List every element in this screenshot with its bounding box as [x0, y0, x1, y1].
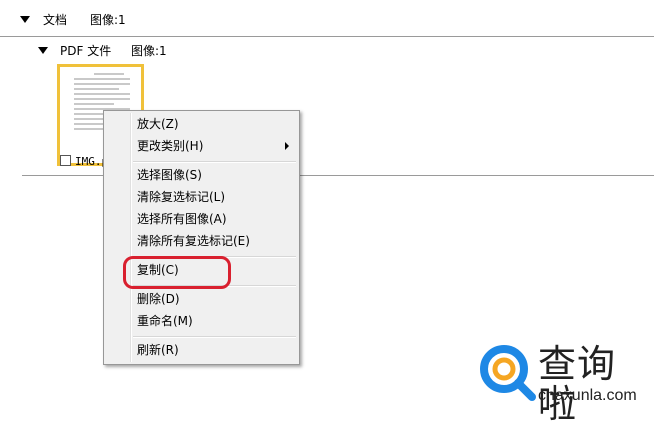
tree-child-label[interactable]: PDF 文件	[60, 44, 111, 58]
menu-item-select-image[interactable]: 选择图像(S)	[137, 168, 202, 182]
tree-child-image-count: 图像:1	[131, 44, 167, 58]
expand-triangle-icon[interactable]	[38, 47, 48, 54]
context-menu: 放大(Z) 更改类别(H) 选择图像(S) 清除复选标记(L) 选择所有图像(A…	[103, 110, 300, 365]
tree-root-label[interactable]: 文档	[43, 13, 67, 27]
tree-root-image-count: 图像:1	[90, 13, 126, 27]
menu-item-select-all-images[interactable]: 选择所有图像(A)	[137, 212, 227, 226]
watermark-logo: 查询啦 chaxunla.com	[476, 339, 654, 427]
menu-gutter	[130, 113, 132, 362]
menu-item-clear-checkmark[interactable]: 清除复选标记(L)	[137, 190, 225, 204]
magnifier-logo-icon	[480, 345, 536, 401]
menu-separator	[133, 161, 296, 163]
menu-item-rename[interactable]: 重命名(M)	[137, 314, 193, 328]
watermark-text: 查询啦	[538, 342, 617, 426]
menu-item-change-category[interactable]: 更改类别(H)	[137, 139, 203, 153]
menu-item-delete[interactable]: 删除(D)	[137, 292, 180, 306]
expand-triangle-icon[interactable]	[20, 16, 30, 23]
top-tree-bar: 文档 图像:1	[0, 0, 654, 37]
watermark-url: chaxunla.com	[538, 387, 637, 404]
divider	[10, 36, 654, 37]
menu-item-zoom[interactable]: 放大(Z)	[137, 117, 179, 131]
submenu-arrow-icon	[285, 142, 289, 150]
menu-item-clear-all-checkmarks[interactable]: 清除所有复选标记(E)	[137, 234, 250, 248]
menu-separator	[133, 336, 296, 338]
menu-item-refresh[interactable]: 刷新(R)	[137, 343, 179, 357]
copy-highlight-annotation	[123, 256, 231, 289]
thumbnail-checkbox[interactable]	[60, 155, 71, 166]
